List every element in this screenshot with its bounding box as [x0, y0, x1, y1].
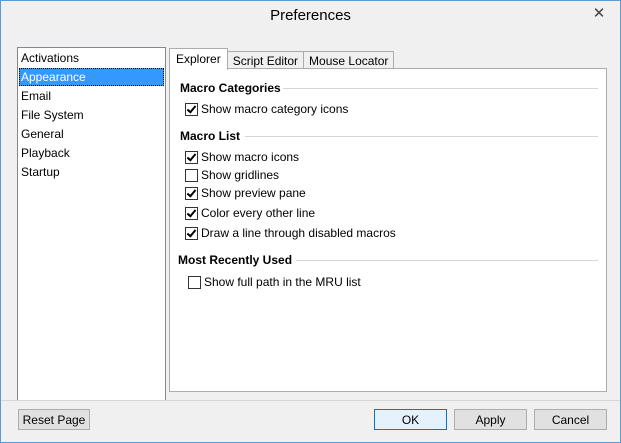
category-list[interactable]: Activations Appearance Email File System…: [17, 47, 166, 401]
window-title: Preferences: [270, 7, 351, 24]
explorer-panel: Macro Categories Show macro category ico…: [169, 68, 607, 392]
ok-button[interactable]: OK: [374, 409, 447, 430]
sidebar-item-file-system[interactable]: File System: [19, 106, 164, 124]
option-label: Show macro icons: [201, 150, 300, 164]
option-show-macro-category-icons[interactable]: Show macro category icons: [185, 101, 348, 117]
group-title-most-recently-used: Most Recently Used: [178, 253, 293, 267]
option-show-preview-pane[interactable]: Show preview pane: [185, 185, 306, 201]
close-icon[interactable]: ✕: [586, 3, 612, 23]
option-label: Show full path in the MRU list: [204, 275, 361, 289]
checkbox-unchecked[interactable]: [188, 275, 201, 289]
sidebar-item-activations[interactable]: Activations: [19, 49, 164, 67]
group-title-macro-categories: Macro Categories: [180, 81, 281, 95]
option-color-every-other-line[interactable]: Color every other line: [185, 205, 315, 221]
reset-page-button[interactable]: Reset Page: [18, 409, 90, 430]
sidebar-item-appearance[interactable]: Appearance: [19, 68, 164, 86]
option-label: Show preview pane: [201, 186, 306, 200]
option-show-gridlines[interactable]: Show gridlines: [185, 167, 279, 183]
option-label: Show macro category icons: [201, 102, 349, 116]
checkbox-checked[interactable]: [185, 226, 198, 240]
checkbox-checked[interactable]: [185, 150, 198, 164]
group-title-macro-list: Macro List: [180, 129, 241, 143]
option-show-full-path-mru[interactable]: Show full path in the MRU list: [188, 274, 361, 290]
checkbox-checked[interactable]: [185, 102, 198, 116]
checkbox-checked[interactable]: [185, 206, 198, 220]
preferences-window: Preferences ✕ Activations Appearance Ema…: [0, 0, 621, 443]
sidebar-item-playback[interactable]: Playback: [19, 144, 164, 162]
footer-divider: [1, 400, 620, 401]
cancel-button[interactable]: Cancel: [534, 409, 607, 430]
sidebar-item-general[interactable]: General: [19, 125, 164, 143]
tab-explorer[interactable]: Explorer: [169, 48, 228, 70]
sidebar-item-startup[interactable]: Startup: [19, 163, 164, 181]
option-show-macro-icons[interactable]: Show macro icons: [185, 149, 299, 165]
option-label: Show gridlines: [201, 168, 280, 182]
sidebar-item-email[interactable]: Email: [19, 87, 164, 105]
checkbox-unchecked[interactable]: [185, 168, 198, 182]
option-draw-line-through-disabled[interactable]: Draw a line through disabled macros: [185, 225, 396, 241]
title-bar[interactable]: Preferences ✕: [1, 1, 620, 32]
checkbox-checked[interactable]: [185, 186, 198, 200]
option-label: Draw a line through disabled macros: [201, 226, 396, 240]
group-divider: [245, 136, 598, 137]
apply-button[interactable]: Apply: [454, 409, 527, 430]
option-label: Color every other line: [201, 206, 316, 220]
tab-strip: Explorer Script Editor Mouse Locator: [169, 48, 395, 70]
group-divider: [296, 260, 598, 261]
group-divider: [283, 88, 598, 89]
